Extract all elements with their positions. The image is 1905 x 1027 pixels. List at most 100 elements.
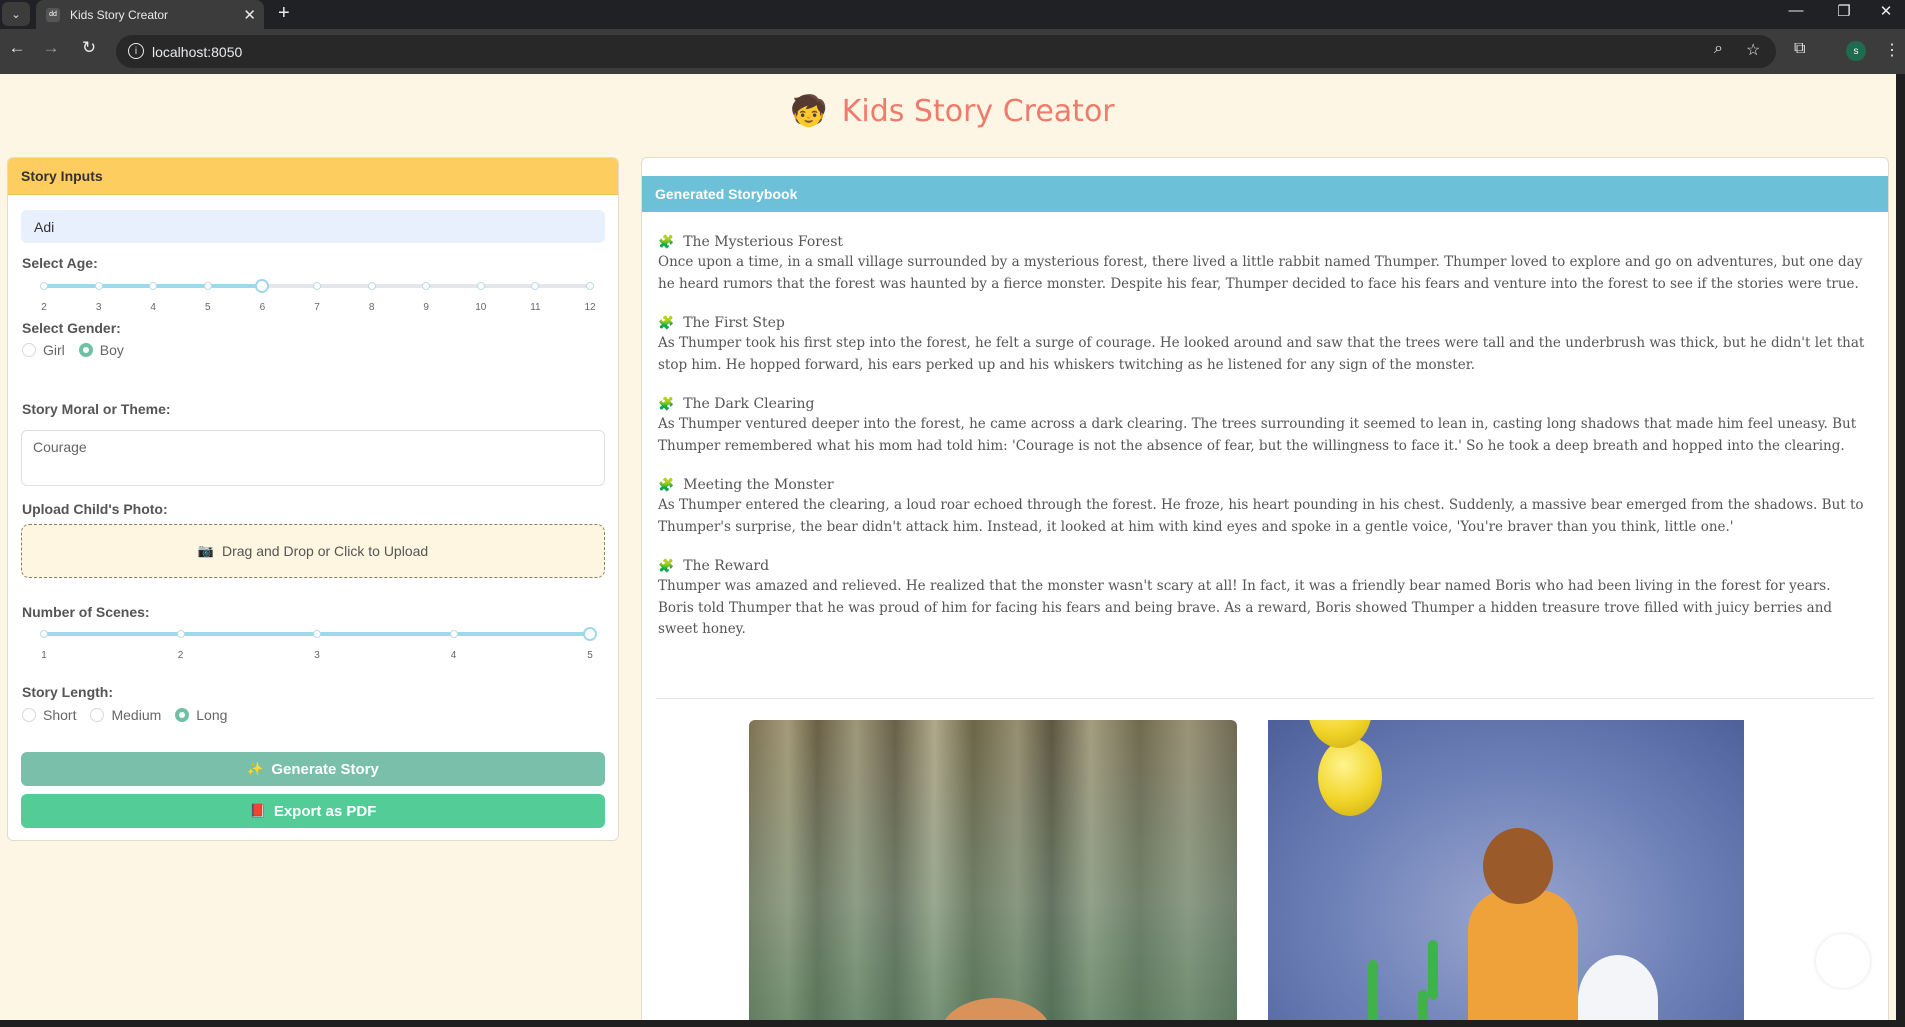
puzzle-icon: 🧩 — [658, 558, 675, 574]
plant — [1428, 940, 1438, 1000]
age-tick-label: 5 — [205, 302, 211, 313]
age-tick-label: 2 — [41, 302, 47, 313]
reload-icon[interactable]: ↻ — [76, 38, 102, 58]
scrollbar[interactable] — [1896, 74, 1905, 1020]
export-pdf-button[interactable]: 📕 Export as PDF — [21, 794, 605, 828]
scenes-slider-mark — [176, 630, 185, 638]
bookmark-star-icon[interactable]: ☆ — [1746, 40, 1760, 60]
girl-radio[interactable] — [22, 343, 36, 357]
app-title-text: Kids Story Creator — [841, 94, 1115, 129]
generate-story-button[interactable]: ✨ Generate Story — [21, 752, 605, 786]
back-icon[interactable]: ← — [4, 38, 30, 58]
puzzle-icon: 🧩 — [658, 234, 675, 250]
browser-tab[interactable]: dd Kids Story Creator ✕ — [36, 0, 264, 29]
medium-radio[interactable] — [90, 708, 105, 722]
medium-label: Medium — [111, 707, 162, 723]
age-slider-mark — [422, 282, 431, 290]
length-radio-group: Short Medium Long — [22, 707, 241, 723]
storybook-card: Generated Storybook 🧩 The Mysterious Fore… — [641, 157, 1889, 1027]
paper-edge — [1744, 720, 1756, 1027]
export-pdf-label: Export as PDF — [273, 802, 377, 820]
scenes-tick-label: 3 — [314, 650, 320, 661]
age-label: Select Age: — [22, 255, 98, 271]
upload-label: Upload Child's Photo: — [22, 501, 168, 517]
puzzle-icon: 🧩 — [658, 396, 675, 412]
boy-label: Boy — [99, 342, 124, 358]
length-option-short[interactable]: Short — [22, 707, 76, 723]
address-bar[interactable]: i localhost:8050 ⌕ ☆ — [116, 35, 1776, 68]
scene-block: 🧩 The Reward Thumper was amazed and reliev… — [658, 556, 1868, 641]
scene-title: 🧩 The First Step — [658, 313, 1868, 333]
age-tick-label: 7 — [314, 302, 320, 313]
age-slider-mark — [531, 282, 540, 290]
scenes-slider-handle[interactable] — [583, 627, 597, 641]
age-slider-mark — [476, 282, 485, 290]
scene-illustration-boy — [1268, 720, 1756, 1027]
scene-block: 🧩 The First Step As Thumper took his first… — [658, 313, 1868, 376]
sparkles-icon: ✨ — [247, 761, 264, 776]
tab-search-icon[interactable]: ⌄ — [2, 2, 30, 26]
age-tick-label: 11 — [530, 302, 541, 313]
minimize-icon[interactable]: — — [1776, 2, 1816, 19]
upload-text: Drag and Drop or Click to Upload — [221, 543, 429, 559]
restore-icon[interactable]: ❐ — [1824, 2, 1864, 20]
scene-illustration-forest — [749, 720, 1237, 1027]
age-tick-label: 10 — [475, 302, 487, 313]
zoom-icon[interactable]: ⌕ — [1714, 40, 1723, 58]
scene-block: 🧩 The Dark Clearing As Thumper ventured de… — [658, 394, 1868, 457]
scene-text: Thumper was amazed and relieved. He real… — [658, 578, 1833, 637]
scene-title-text: The Reward — [683, 558, 770, 574]
menu-dots-icon[interactable]: ⋮ — [1884, 40, 1900, 60]
camera-icon: 📷 — [197, 543, 214, 558]
profile-avatar[interactable]: s — [1846, 41, 1866, 61]
scenes-label: Number of Scenes: — [22, 604, 150, 620]
age-slider[interactable]: 2 3 4 5 6 7 8 9 10 11 12 — [40, 276, 596, 313]
scene-block: 🧩 The Mysterious Forest Once upon a time, … — [658, 232, 1868, 295]
scene-title-text: The Mysterious Forest — [683, 234, 844, 250]
scenes-slider-mark — [313, 630, 321, 638]
scene-title: 🧩 The Dark Clearing — [658, 394, 1868, 414]
scene-title-text: The First Step — [683, 315, 785, 331]
forward-icon[interactable]: → — [38, 38, 64, 58]
scenes-slider[interactable]: 1 2 3 4 5 — [40, 624, 597, 661]
story-inputs-card: Story Inputs Adi Select Age: 2 3 4 5 6 7 8 9 10 1… — [7, 157, 619, 841]
age-slider-handle[interactable] — [255, 279, 270, 293]
floating-action-button[interactable] — [1816, 934, 1870, 988]
short-radio[interactable] — [22, 708, 36, 722]
long-radio[interactable] — [175, 708, 190, 722]
scene-block: 🧩 Meeting the Monster As Thumper entered t… — [658, 475, 1868, 538]
new-tab-icon[interactable]: + — [278, 2, 290, 25]
child-name-input[interactable]: Adi — [21, 210, 605, 243]
scene-title: 🧩 The Mysterious Forest — [658, 232, 1868, 252]
length-label: Story Length: — [22, 684, 113, 700]
gender-radio-group: Girl Boy — [22, 342, 138, 358]
site-info-icon[interactable]: i — [128, 43, 144, 59]
boy-radio[interactable] — [78, 343, 93, 357]
scene-title-text: The Dark Clearing — [683, 396, 815, 412]
boy-figure — [1468, 890, 1578, 1027]
moral-textarea[interactable]: Courage — [21, 430, 605, 486]
book-icon: 📕 — [249, 803, 266, 818]
age-tick-label: 12 — [584, 302, 596, 313]
age-tick-label: 9 — [423, 302, 429, 313]
tab-close-icon[interactable]: ✕ — [243, 6, 256, 24]
gender-option-boy[interactable]: Boy — [78, 342, 124, 358]
storybook-header: Generated Storybook — [642, 176, 1888, 212]
gender-option-girl[interactable]: Girl — [22, 342, 65, 358]
extensions-icon[interactable]: ⧉ — [1794, 40, 1805, 58]
age-slider-mark — [586, 282, 594, 290]
scene-title: 🧩 The Reward — [658, 556, 1868, 576]
scene-text: As Thumper entered the clearing, a loud … — [658, 497, 1864, 535]
app-title: 🧒 Kids Story Creator — [0, 94, 1905, 129]
url-text: localhost:8050 — [152, 43, 243, 60]
photo-upload-dropzone[interactable]: 📷 Drag and Drop or Click to Upload — [21, 524, 605, 578]
age-tick-label: 8 — [368, 302, 375, 313]
scene-title: 🧩 Meeting the Monster — [658, 475, 1868, 495]
story-inputs-header: Story Inputs — [8, 158, 618, 195]
length-option-medium[interactable]: Medium — [90, 707, 161, 723]
scenes-slider-mark — [449, 630, 458, 638]
scenes-tick-label: 1 — [41, 650, 47, 661]
window-close-icon[interactable]: ✕ — [1866, 2, 1905, 20]
plant — [1368, 960, 1378, 1027]
length-option-long[interactable]: Long — [175, 707, 227, 723]
